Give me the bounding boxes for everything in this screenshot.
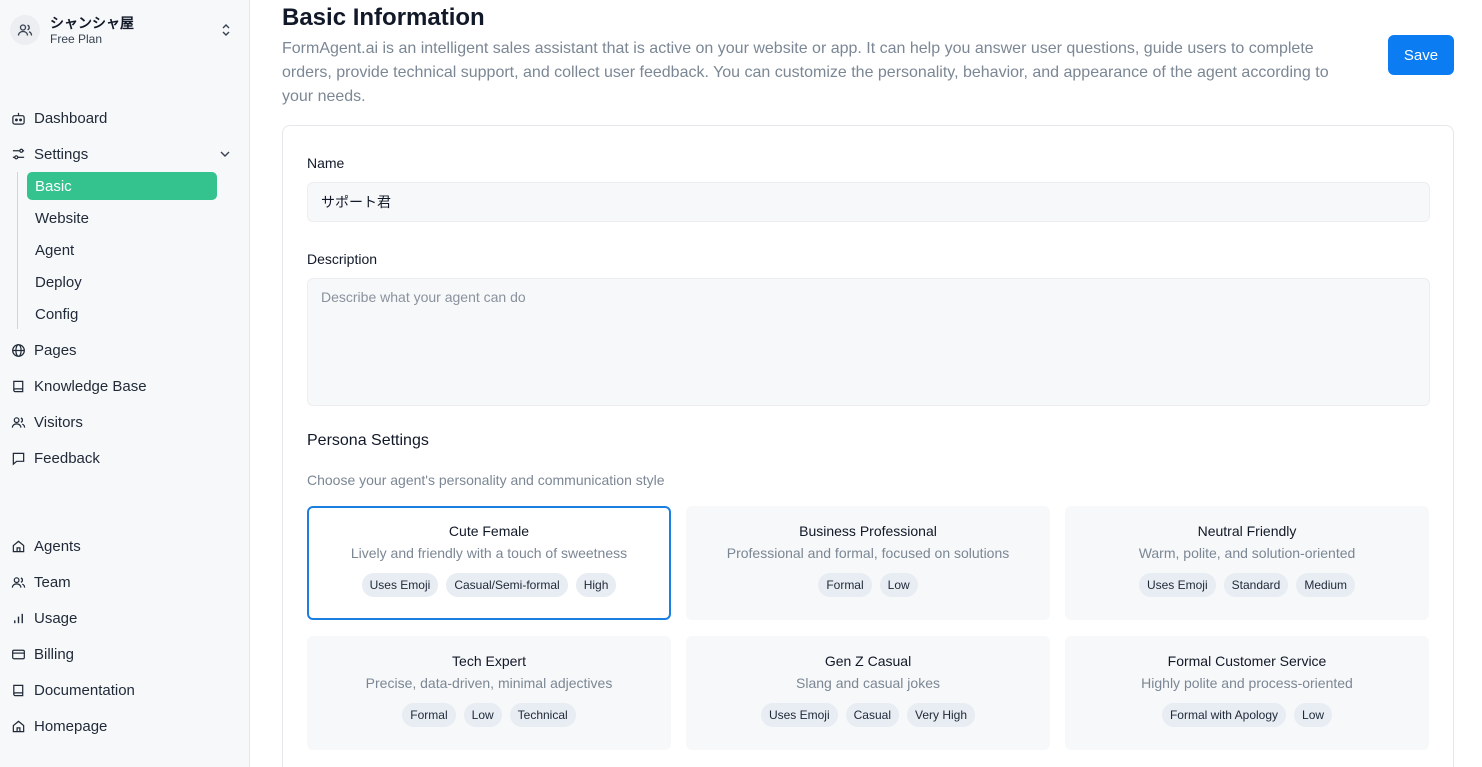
nav-team-label: Team [34, 573, 71, 591]
persona-description: Precise, data-driven, minimal adjectives [365, 675, 613, 691]
persona-card-formal-customer-service[interactable]: Formal Customer Service Highly polite an… [1065, 636, 1429, 750]
persona-card-neutral-friendly[interactable]: Neutral Friendly Warm, polite, and solut… [1065, 506, 1429, 620]
message-icon [10, 450, 26, 466]
persona-settings-subtitle: Choose your agent's personality and comm… [307, 472, 665, 488]
persona-card-business-professional[interactable]: Business Professional Professional and f… [686, 506, 1050, 620]
persona-card-gen-z-casual[interactable]: Gen Z Casual Slang and casual jokes Uses… [686, 636, 1050, 750]
sliders-icon [10, 146, 26, 162]
nav-feedback[interactable]: Feedback [8, 443, 240, 473]
persona-tag: Uses Emoji [760, 703, 838, 727]
page-description: FormAgent.ai is an intelligent sales ass… [282, 40, 1329, 105]
persona-tag: Low [879, 573, 918, 597]
persona-tag: Casual/Semi-formal [446, 573, 568, 597]
users-icon [10, 15, 40, 45]
book-icon [10, 682, 26, 698]
persona-tag: Casual [845, 703, 899, 727]
org-name: シャンシャ屋 [50, 14, 134, 31]
home-icon [10, 718, 26, 734]
persona-title: Tech Expert [452, 653, 526, 669]
nav-pages[interactable]: Pages [8, 335, 240, 365]
description-label: Description [307, 251, 378, 267]
sub-item-website[interactable]: Website [27, 204, 217, 232]
sub-item-agent[interactable]: Agent [27, 236, 217, 264]
nav-usage[interactable]: Usage [8, 603, 240, 633]
persona-tag: Uses Emoji [361, 573, 439, 597]
users-icon [10, 574, 26, 590]
persona-tag: Formal [818, 573, 872, 597]
persona-tag: Formal with Apology [1161, 703, 1287, 727]
nav-homepage-label: Homepage [34, 717, 108, 735]
persona-title: Business Professional [799, 523, 937, 539]
persona-tag: Low [1294, 703, 1333, 727]
nav-usage-label: Usage [34, 609, 78, 627]
nav-documentation-label: Documentation [34, 681, 135, 699]
persona-tag: Medium [1296, 573, 1356, 597]
description-input[interactable] [307, 278, 1430, 406]
sub-item-config[interactable]: Config [27, 300, 217, 328]
user-group-icon [10, 414, 26, 430]
persona-description: Warm, polite, and solution-oriented [1138, 545, 1356, 561]
persona-tag: Formal [402, 703, 456, 727]
name-label: Name [307, 155, 345, 171]
nav-homepage[interactable]: Homepage [8, 711, 240, 741]
persona-description: Highly polite and process-oriented [1141, 675, 1353, 691]
nav-visitors[interactable]: Visitors [8, 407, 240, 437]
nav-agents-label: Agents [34, 537, 81, 555]
persona-title: Formal Customer Service [1167, 653, 1327, 669]
sub-item-deploy[interactable]: Deploy [27, 268, 217, 296]
persona-card-tech-expert[interactable]: Tech Expert Precise, data-driven, minima… [307, 636, 671, 750]
chevron-down-icon [218, 147, 232, 161]
robot-icon [10, 110, 26, 126]
persona-title: Neutral Friendly [1197, 523, 1297, 539]
persona-tag: Technical [509, 703, 576, 727]
persona-description: Slang and casual jokes [796, 675, 940, 691]
settings-sub-divider [17, 172, 18, 329]
persona-card-cute-female[interactable]: Cute Female Lively and friendly with a t… [307, 506, 671, 620]
persona-tag: Standard [1223, 573, 1289, 597]
persona-description: Professional and formal, focused on solu… [726, 545, 1010, 561]
persona-tag: Very High [907, 703, 976, 727]
sidebar: シャンシャ屋 Free Plan Dashboard Settings Basi… [0, 0, 250, 767]
page-title: Basic Information [282, 4, 485, 31]
persona-title: Cute Female [448, 523, 530, 539]
nav-feedback-label: Feedback [34, 449, 100, 467]
nav-knowledge-base[interactable]: Knowledge Base [8, 371, 240, 401]
nav-settings-label: Settings [34, 145, 89, 163]
nav-dashboard-label: Dashboard [34, 109, 108, 127]
nav-knowledge-base-label: Knowledge Base [34, 377, 147, 395]
nav-billing-label: Billing [34, 645, 75, 663]
credit-card-icon [10, 646, 26, 662]
nav-pages-label: Pages [34, 341, 77, 359]
nav-team[interactable]: Team [8, 567, 240, 597]
chevron-updown-icon [218, 20, 234, 40]
main-content: Basic Information FormAgent.ai is an int… [250, 0, 1482, 767]
org-plan: Free Plan [50, 31, 103, 46]
sub-item-basic[interactable]: Basic [27, 172, 217, 200]
book-icon [10, 378, 26, 394]
bar-chart-icon [10, 610, 26, 626]
globe-icon [10, 342, 26, 358]
persona-description: Lively and friendly with a touch of swee… [350, 545, 628, 561]
persona-tag: Low [463, 703, 502, 727]
nav-dashboard[interactable]: Dashboard [8, 103, 240, 133]
nav-settings[interactable]: Settings [8, 139, 240, 169]
persona-title: Gen Z Casual [824, 653, 912, 669]
persona-tag: Uses Emoji [1138, 573, 1216, 597]
nav-billing[interactable]: Billing [8, 639, 240, 669]
home-icon [10, 538, 26, 554]
persona-settings-title: Persona Settings [307, 432, 429, 449]
nav-documentation[interactable]: Documentation [8, 675, 240, 705]
persona-tag: High [575, 573, 617, 597]
save-button[interactable]: Save [1388, 35, 1454, 75]
name-input[interactable] [307, 182, 1430, 222]
basic-info-card: Name Description Persona Settings Choose… [282, 125, 1454, 767]
nav-visitors-label: Visitors [34, 413, 83, 431]
org-switcher[interactable]: シャンシャ屋 Free Plan [10, 10, 240, 50]
nav-agents[interactable]: Agents [8, 531, 240, 561]
